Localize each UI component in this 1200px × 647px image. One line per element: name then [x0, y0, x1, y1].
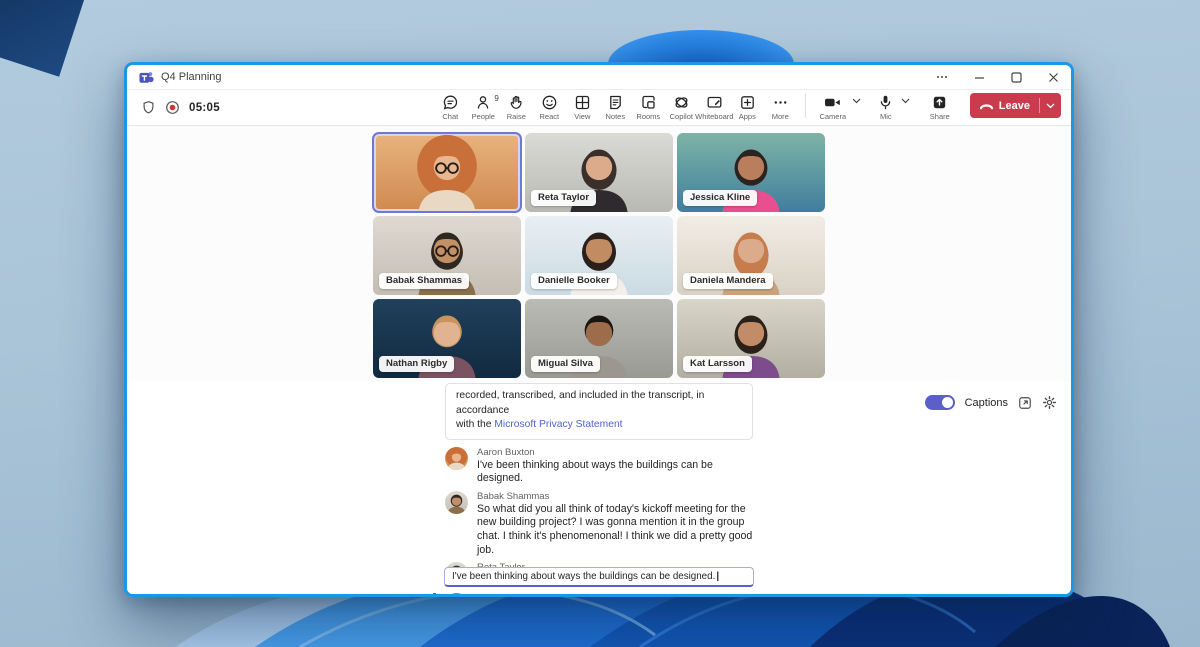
people-count: 9 — [494, 94, 499, 103]
captions-settings-gear-icon[interactable] — [1042, 395, 1057, 410]
leave-button[interactable]: Leave — [969, 93, 1061, 118]
people-button[interactable]: 9 People — [467, 94, 500, 121]
avatar — [445, 446, 468, 470]
caption-text: So what did you all think of today's kic… — [477, 502, 753, 556]
participant-name: Danielle Booker — [531, 273, 617, 289]
apps-icon — [739, 94, 756, 111]
hang-up-icon — [979, 101, 994, 111]
title-bar: Q4 Planning — [127, 65, 1071, 90]
rtt-typing-badge: RTT Typing — [542, 593, 588, 594]
caption-message-rtt: Aaron Buxton RTT Typing I've been thinki… — [433, 592, 753, 594]
copilot-button[interactable]: Copilot — [665, 94, 698, 121]
window-more-button[interactable] — [936, 71, 948, 83]
participant-name: Migual Silva — [531, 356, 600, 372]
apps-button[interactable]: Apps — [731, 94, 764, 121]
people-icon — [475, 94, 492, 111]
participant-name: Reta Taylor — [531, 190, 597, 206]
more-icon — [772, 94, 789, 111]
shield-icon — [141, 100, 156, 115]
wallpaper-corner-shape — [0, 0, 88, 77]
toolbar-divider — [804, 93, 806, 118]
participant-tile[interactable]: Danielle Booker — [525, 216, 673, 295]
privacy-statement-link[interactable]: Microsoft Privacy Statement — [494, 419, 622, 430]
view-icon — [574, 94, 591, 111]
notes-icon — [607, 94, 624, 111]
caption-text: I've been thinking about ways the buildi… — [477, 458, 713, 485]
mic-options-chevron[interactable] — [901, 94, 912, 104]
leave-options-chevron[interactable] — [1040, 103, 1061, 109]
participant-name: Daniela Mandera — [683, 273, 773, 289]
view-button[interactable]: View — [566, 94, 599, 121]
mic-button[interactable]: Mic — [871, 94, 901, 121]
minimize-button[interactable] — [974, 72, 985, 83]
teams-logo-icon — [139, 70, 154, 85]
copilot-icon — [673, 94, 690, 111]
share-icon — [931, 94, 948, 111]
meeting-timer: 05:05 — [189, 101, 220, 114]
text-cursor: | — [716, 571, 720, 582]
chat-button[interactable]: Chat — [434, 94, 467, 121]
rooms-button[interactable]: Rooms — [632, 94, 665, 121]
captions-toggle[interactable] — [924, 395, 955, 410]
caption-message: Aaron Buxton I've been thinking about wa… — [445, 446, 753, 486]
participant-name: Babak Shammas — [379, 273, 470, 289]
participant-name: Kat Larsson — [683, 356, 752, 372]
meeting-toolbar: 05:05 Chat 9 People Raise React View Not… — [127, 90, 1071, 126]
captions-disclaimer: recorded, transcribed, and included in t… — [445, 383, 753, 440]
teams-meeting-window: Q4 Planning 05:05 Chat 9 People Raise Re… — [124, 62, 1074, 597]
toolbar-button-group: Chat 9 People Raise React View Notes Roo… — [434, 94, 797, 121]
close-button[interactable] — [1048, 72, 1059, 83]
notes-button[interactable]: Notes — [599, 94, 632, 121]
participant-tile[interactable]: Daniela Mandera — [677, 216, 825, 295]
captions-popout-icon[interactable] — [1018, 396, 1032, 410]
captions-toggle-label: Captions — [964, 396, 1008, 409]
camera-icon — [823, 94, 842, 111]
share-button[interactable]: Share — [922, 94, 958, 121]
more-button[interactable]: More — [764, 94, 797, 121]
react-icon — [541, 94, 558, 111]
participant-tile[interactable]: Nathan Rigby — [373, 299, 521, 378]
avatar — [445, 490, 468, 514]
participant-tile-active-speaker[interactable] — [372, 132, 522, 213]
raise-hand-icon — [508, 94, 525, 111]
participant-grid: Reta Taylor Jessica Kline Babak Shammas … — [372, 132, 825, 382]
participant-tile[interactable]: Babak Shammas — [373, 216, 521, 295]
participant-tile[interactable]: Migual Silva — [525, 299, 673, 378]
wallpaper-bloom-top — [608, 30, 794, 64]
camera-options-chevron[interactable] — [852, 94, 863, 104]
window-title: Q4 Planning — [161, 71, 222, 83]
caption-speaker: Aaron Buxton — [477, 593, 535, 594]
video-stage: Reta Taylor Jessica Kline Babak Shammas … — [127, 126, 1071, 382]
caption-speaker: Aaron Buxton — [477, 446, 535, 458]
participant-name: Nathan Rigby — [379, 356, 455, 372]
caption-text-input[interactable]: I've been thinking about ways the buildi… — [444, 567, 754, 587]
raise-hand-button[interactable]: Raise — [500, 94, 533, 121]
chat-icon — [442, 94, 459, 111]
mic-icon — [877, 94, 894, 111]
participant-tile[interactable]: Reta Taylor — [525, 133, 673, 212]
caption-speaker: Babak Shammas — [477, 490, 550, 502]
whiteboard-button[interactable]: Whiteboard — [695, 94, 733, 121]
participant-tile[interactable]: Kat Larsson — [677, 299, 825, 378]
whiteboard-icon — [706, 94, 723, 111]
av-button-group: Camera Mic Share — [814, 94, 958, 121]
react-button[interactable]: React — [533, 94, 566, 121]
rooms-icon — [640, 94, 657, 111]
captions-panel: Captions recorded, transcribed, and incl… — [127, 382, 1071, 594]
participant-name: Jessica Kline — [683, 190, 758, 206]
maximize-button[interactable] — [1011, 71, 1022, 83]
recording-indicator-icon — [165, 100, 180, 115]
camera-button[interactable]: Camera — [814, 94, 852, 121]
avatar — [445, 592, 468, 594]
participant-tile[interactable]: Jessica Kline — [677, 133, 825, 212]
caption-message: Babak Shammas So what did you all think … — [445, 490, 753, 557]
